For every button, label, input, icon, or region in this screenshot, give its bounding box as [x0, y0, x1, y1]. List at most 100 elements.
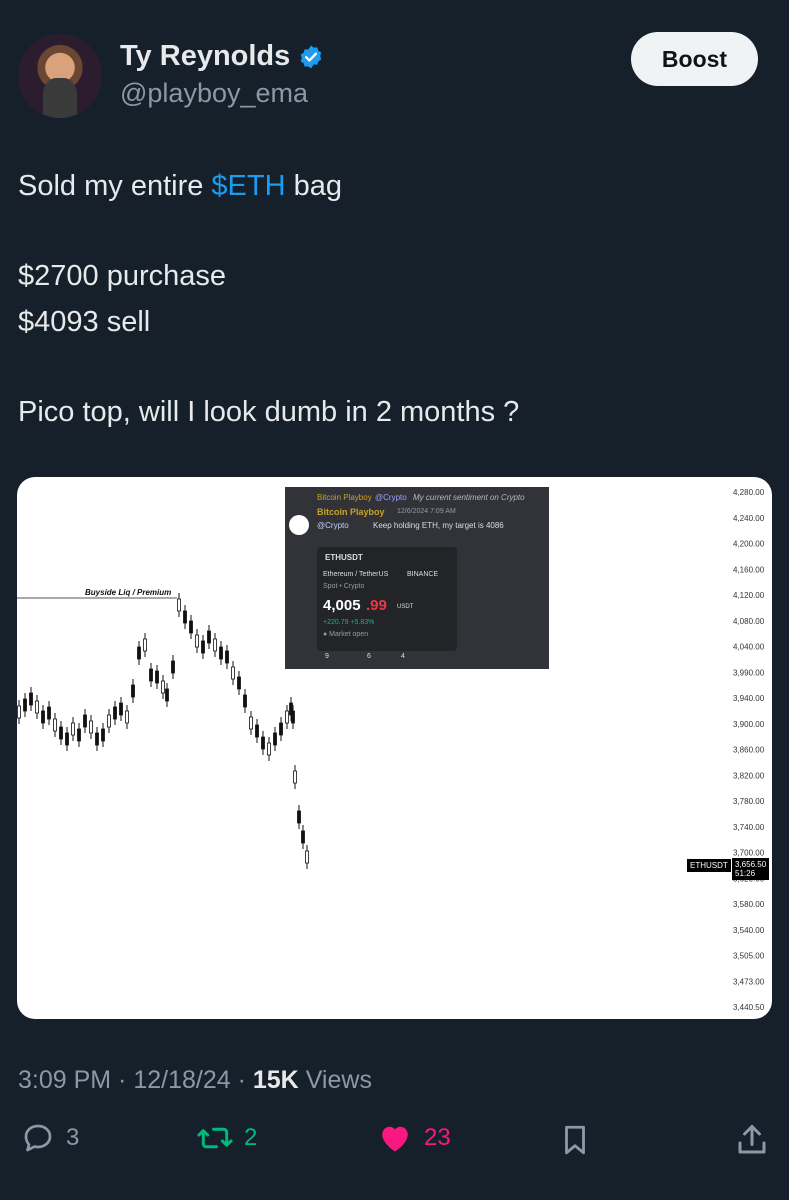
candle-body: [107, 714, 111, 728]
candle-body: [291, 710, 295, 724]
like-button[interactable]: 23: [376, 1120, 451, 1156]
axis-tick-label: 3,540.00: [733, 926, 765, 935]
candle-body: [77, 728, 81, 742]
tweet-meta: 3:09 PM · 12/18/24 · 15K Views: [18, 1066, 372, 1094]
candle-body: [41, 710, 45, 724]
candle-body: [165, 688, 169, 702]
candle-body: [225, 650, 229, 664]
verified-badge-icon: [300, 45, 322, 68]
candle-body: [219, 646, 223, 660]
inset-header-name: Bitcoin Playboy: [317, 493, 372, 502]
current-price: 3,656.50: [735, 860, 767, 869]
candle-body: [231, 666, 235, 680]
tweet-date[interactable]: 12/18/24: [133, 1066, 230, 1094]
axis-tick-label: 3,580.00: [733, 900, 765, 909]
axis-tick-label: 3,700.00: [733, 849, 765, 858]
axis-tick-label: 3,820.00: [733, 771, 765, 780]
candle-body: [161, 680, 165, 694]
candle-body: [183, 610, 187, 624]
tweet-image[interactable]: Buyside Liq / Premium 4,280.00 4,240.00 4,…: [17, 477, 772, 1019]
ticker-price-dec: .99: [366, 597, 387, 614]
candle-body: [261, 736, 265, 750]
candle-body: [71, 722, 75, 736]
tweet-time[interactable]: 3:09 PM: [18, 1066, 111, 1094]
candle-body: [201, 640, 205, 654]
candle-body: [213, 638, 217, 652]
axis-tick-label: 4,200.00: [733, 540, 765, 549]
candle-body: [279, 722, 283, 736]
ticker-card: ETHUSDT Ethereum / TetherUS BINANCE Spot…: [317, 547, 457, 651]
ticker-exchange: BINANCE: [407, 571, 439, 578]
candle-body: [29, 692, 33, 706]
candle-body: [131, 684, 135, 698]
boost-button[interactable]: Boost: [631, 32, 758, 86]
reply-button[interactable]: 3: [20, 1120, 79, 1156]
axis-tick-label: 3,940.00: [733, 694, 765, 703]
axis-tick-label: 4,280.00: [733, 488, 765, 497]
discord-screenshot: Bitcoin Playboy @Crypto My current senti…: [285, 487, 549, 669]
inset-header-msg: My current sentiment on Crypto: [413, 493, 525, 502]
candle-body: [273, 732, 277, 746]
axis-tick-label: 4,160.00: [733, 565, 765, 574]
current-price-tag: 3,656.50 51:26: [732, 858, 770, 880]
candle-body: [297, 810, 301, 824]
candle-body: [47, 706, 51, 720]
author-row: Ty Reynolds: [120, 40, 324, 73]
candle-body: [195, 634, 199, 648]
candle-body: [237, 676, 241, 690]
bookmark-button[interactable]: [558, 1120, 592, 1160]
inset-header-channel: @Crypto: [375, 493, 407, 502]
ticker-price-main: 4,005: [323, 597, 361, 614]
cashtag-link[interactable]: $ETH: [211, 170, 285, 202]
axis-tick-label: 3,990.00: [733, 668, 765, 677]
candle-body: [301, 830, 305, 844]
ticker-pair: Ethereum / TetherUS: [323, 571, 389, 578]
tweet-line-1: Sold my entire $ETH bag: [18, 170, 342, 203]
candle-body: [17, 705, 21, 719]
tweet-text: bag: [285, 170, 343, 202]
axis-tick-label: 3,900.00: [733, 720, 765, 729]
author-name[interactable]: Ty Reynolds: [120, 40, 290, 73]
author-handle[interactable]: @playboy_ema: [120, 78, 308, 109]
tweet-line-4: Pico top, will I look dumb in 2 months ?: [18, 396, 520, 428]
share-icon: [738, 1125, 766, 1154]
candle-body: [243, 694, 247, 708]
share-button[interactable]: [734, 1120, 770, 1160]
candle-body: [89, 720, 93, 734]
repost-count: 2: [244, 1124, 258, 1151]
axis-tick-label: 4,240.00: [733, 514, 765, 523]
inset-author: Bitcoin Playboy: [317, 507, 385, 517]
ticker-status: ● Market open: [323, 631, 369, 638]
candle-body: [95, 732, 99, 746]
candle-body: [207, 630, 211, 644]
candle-body: [155, 670, 159, 684]
candle-body: [83, 714, 87, 728]
inset-mention: @Crypto: [317, 521, 349, 530]
candles: [17, 593, 309, 869]
candle-body: [23, 698, 27, 712]
repost-icon: [197, 1127, 233, 1149]
inset-timestamp: 12/6/2024 7:09 AM: [397, 508, 456, 515]
candle-body: [101, 728, 105, 742]
ticker-tag: ETHUSDT: [687, 859, 731, 872]
tweet-line-3: $4093 sell: [18, 306, 151, 338]
candle-body: [59, 726, 63, 740]
reaction-3: 4: [401, 653, 405, 660]
axis-tick-label: 3,780.00: [733, 797, 765, 806]
heart-icon: [382, 1126, 408, 1152]
ticker-change: +220.79 +5.83%: [323, 619, 375, 626]
candle-body: [113, 706, 117, 720]
tweet-line-2: $2700 purchase: [18, 260, 226, 292]
avatar[interactable]: [18, 34, 102, 118]
candle-body: [119, 702, 123, 716]
action-bar: 3 2 23: [0, 1120, 789, 1170]
axis-tick-label: 3,740.00: [733, 823, 765, 832]
axis-tick-label: 3,440.50: [733, 1003, 765, 1012]
repost-button[interactable]: 2: [196, 1120, 257, 1156]
ticker-market-type: Spot • Crypto: [323, 583, 365, 590]
candle-body: [65, 732, 69, 746]
reaction-2: 6: [367, 653, 371, 660]
tweet-text: Sold my entire: [18, 170, 212, 202]
liquidity-annotation: Buyside Liq / Premium: [85, 588, 171, 597]
inset-avatar: [289, 515, 309, 535]
